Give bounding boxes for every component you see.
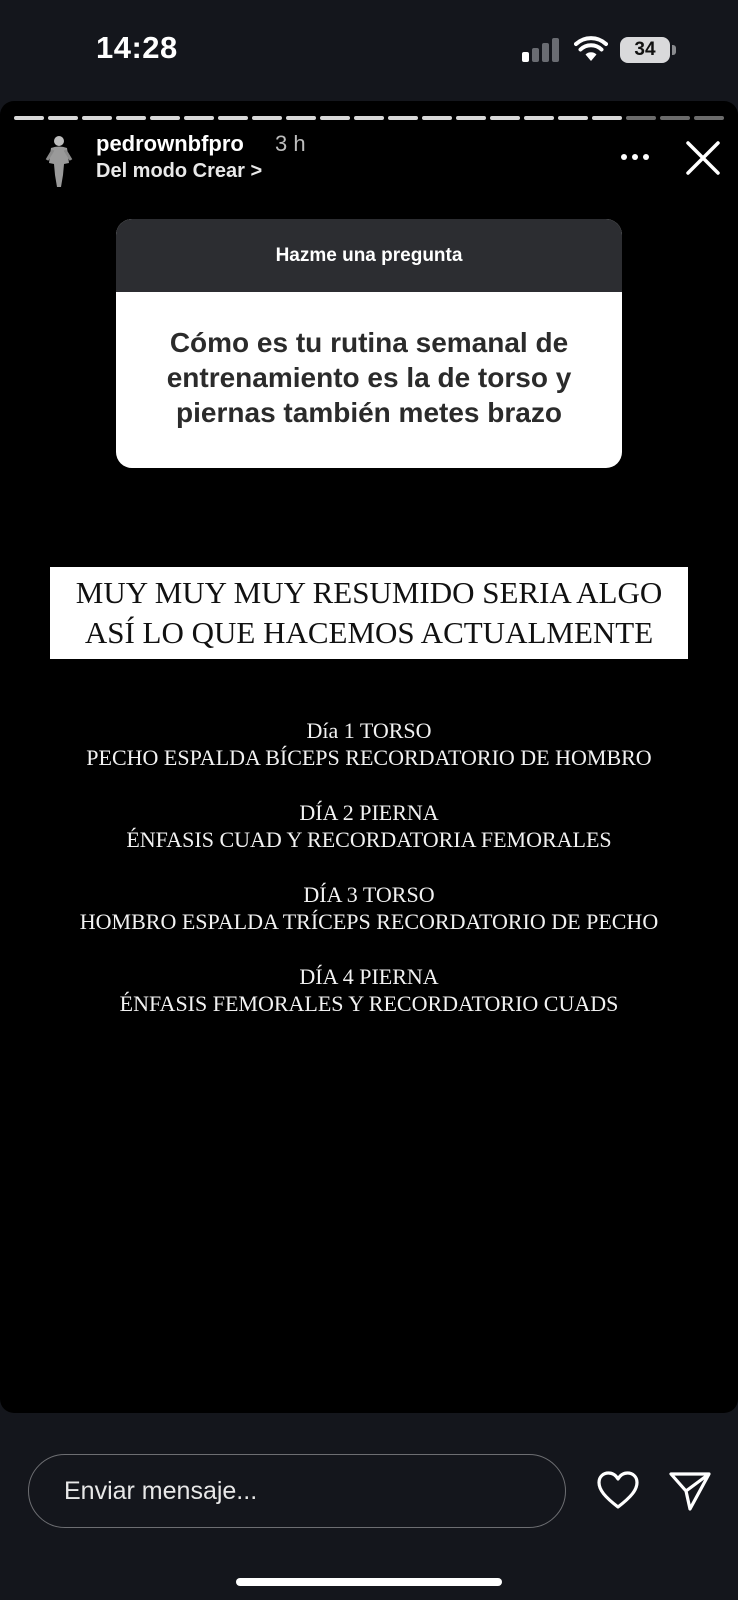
battery-nub [672, 45, 676, 55]
routine-day: DÍA 3 TORSO HOMBRO ESPALDA TRÍCEPS RECOR… [0, 881, 738, 935]
routine-day: DÍA 2 PIERNA ÉNFASIS CUAD Y RECORDATORIA… [0, 799, 738, 853]
question-sticker-title: Hazme una pregunta [116, 219, 622, 292]
wifi-icon [574, 36, 608, 61]
more-horizontal-icon[interactable] [620, 147, 650, 167]
battery-icon: 34 [620, 37, 670, 63]
status-bar: 14:28 34 [0, 0, 738, 100]
routine-day-title: Día 1 TORSO [306, 718, 432, 743]
progress-segment [320, 116, 350, 120]
progress-segment [184, 116, 214, 120]
progress-segment [218, 116, 248, 120]
routine-day-detail: HOMBRO ESPALDA TRÍCEPS RECORDATORIO DE P… [79, 909, 659, 934]
progress-segment [456, 116, 486, 120]
routine-day-title: DÍA 3 TORSO [303, 882, 435, 907]
message-input[interactable]: Enviar mensaje... [28, 1454, 566, 1528]
avatar[interactable] [40, 133, 78, 189]
routine-day-title: DÍA 2 PIERNA [299, 800, 439, 825]
progress-segment [558, 116, 588, 120]
progress-segment [592, 116, 622, 120]
routine-day-detail: ÉNFASIS FEMORALES Y RECORDATORIO CUADS [119, 991, 619, 1016]
question-sticker-text: Cómo es tu rutina semanal de entrenamien… [166, 327, 572, 428]
progress-segment [524, 116, 554, 120]
headline-line-1: MUY MUY MUY RESUMIDO SERIA ALGO [75, 575, 663, 610]
progress-segment [150, 116, 180, 120]
progress-segment [354, 116, 384, 120]
cellular-signal-icon [522, 38, 562, 62]
username[interactable]: pedrownbfpro [96, 131, 244, 157]
routine-day-detail: ÉNFASIS CUAD Y RECORDATORIA FEMORALES [126, 827, 612, 852]
progress-segment [388, 116, 418, 120]
message-input-placeholder: Enviar mensaje... [64, 1477, 258, 1505]
routine-list: Día 1 TORSO PECHO ESPALDA BÍCEPS RECORDA… [0, 717, 738, 1045]
create-mode-link[interactable]: Del modo Crear > [96, 160, 262, 183]
question-sticker[interactable]: Hazme una pregunta Cómo es tu rutina sem… [116, 219, 622, 468]
routine-day-detail: PECHO ESPALDA BÍCEPS RECORDATORIO DE HOM… [86, 745, 652, 770]
progress-segment [82, 116, 112, 120]
progress-segment [116, 116, 146, 120]
progress-segment [422, 116, 452, 120]
routine-day-title: DÍA 4 PIERNA [299, 964, 439, 989]
story-viewer[interactable]: pedrownbfpro 3 h Del modo Crear > Hazme … [0, 101, 738, 1413]
home-indicator[interactable] [236, 1578, 502, 1586]
progress-segment [490, 116, 520, 120]
routine-day: Día 1 TORSO PECHO ESPALDA BÍCEPS RECORDA… [0, 717, 738, 771]
heart-icon[interactable] [596, 1470, 640, 1510]
headline-text-box: MUY MUY MUY RESUMIDO SERIA ALGO ASÍ LO Q… [50, 567, 688, 659]
status-time: 14:28 [96, 30, 178, 65]
progress-segment [626, 116, 656, 120]
close-icon[interactable] [684, 139, 722, 177]
send-icon[interactable] [668, 1470, 712, 1512]
progress-segment [14, 116, 44, 120]
story-time-ago: 3 h [275, 131, 306, 156]
progress-segment [48, 116, 78, 120]
progress-segment [660, 116, 690, 120]
progress-segment [252, 116, 282, 120]
progress-segment [286, 116, 316, 120]
story-progress-bar [14, 116, 724, 120]
routine-day: DÍA 4 PIERNA ÉNFASIS FEMORALES Y RECORDA… [0, 963, 738, 1017]
headline-line-2: ASÍ LO QUE HACEMOS ACTUALMENTE [84, 615, 654, 650]
progress-segment [694, 116, 724, 120]
